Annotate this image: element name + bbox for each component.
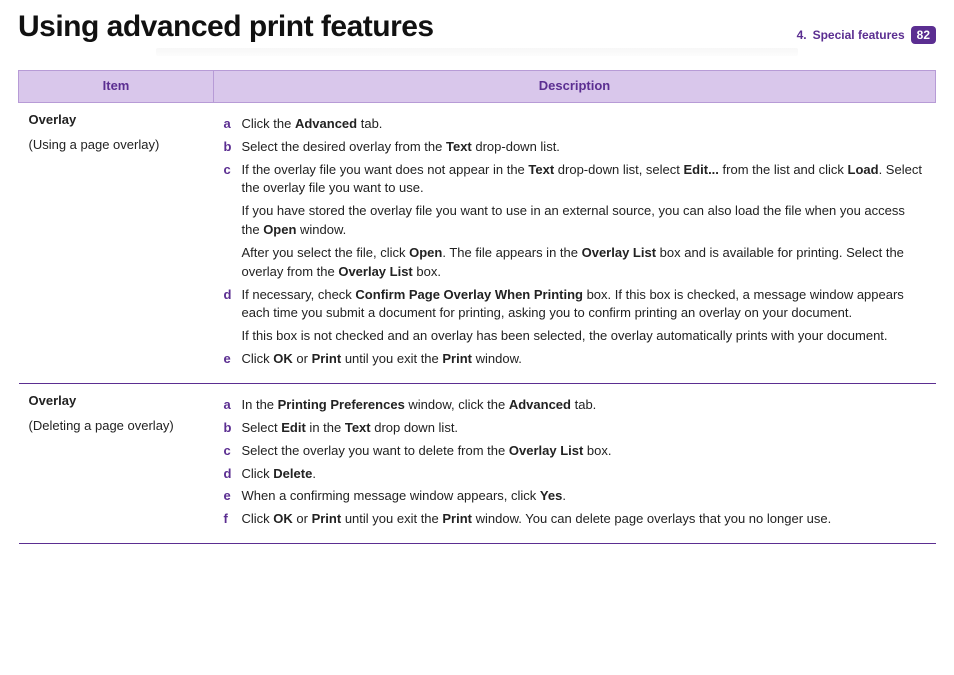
bold-term: Advanced — [295, 116, 357, 131]
page-title: Using advanced print features — [18, 10, 434, 44]
step-continuation: If this box is not checked and an overla… — [242, 327, 926, 346]
bold-term: Confirm Page Overlay When Printing — [355, 287, 583, 302]
bold-term: Text — [528, 162, 554, 177]
bold-term: Delete — [273, 466, 312, 481]
chapter-label: Special features — [813, 28, 905, 42]
step-item: Select the desired overlay from the Text… — [224, 138, 926, 157]
step-item: Click Delete. — [224, 465, 926, 484]
step-item: Select Edit in the Text drop down list. — [224, 419, 926, 438]
bold-term: Open — [263, 222, 296, 237]
step-item: In the Printing Preferences window, clic… — [224, 396, 926, 415]
item-cell: Overlay (Using a page overlay) — [19, 102, 214, 383]
item-cell: Overlay (Deleting a page overlay) — [19, 383, 214, 543]
bold-term: Yes — [540, 488, 562, 503]
bold-term: OK — [273, 351, 293, 366]
bold-term: Print — [442, 351, 472, 366]
item-subtitle: (Deleting a page overlay) — [29, 418, 174, 433]
bold-term: Text — [345, 420, 371, 435]
breadcrumb: 4. Special features 82 — [797, 26, 936, 44]
table-row: Overlay (Using a page overlay) Click the A… — [19, 102, 936, 383]
header-divider — [156, 48, 799, 56]
bold-term: Edit... — [684, 162, 719, 177]
step-continuation: After you select the file, click Open. T… — [242, 244, 926, 282]
column-header-description: Description — [214, 71, 936, 103]
bold-term: Load — [848, 162, 879, 177]
bold-term: Printing Preferences — [278, 397, 405, 412]
item-title: Overlay — [29, 392, 204, 411]
bold-term: Print — [442, 511, 472, 526]
bold-term: Overlay List — [582, 245, 656, 260]
chapter-number: 4. — [797, 28, 807, 42]
bold-term: Print — [312, 351, 342, 366]
item-title: Overlay — [29, 111, 204, 130]
bold-term: OK — [273, 511, 293, 526]
step-item: If the overlay file you want does not ap… — [224, 161, 926, 282]
column-header-item: Item — [19, 71, 214, 103]
table-header-row: Item Description — [19, 71, 936, 103]
page-header: Using advanced print features 4. Special… — [18, 10, 936, 46]
description-cell: In the Printing Preferences window, clic… — [214, 383, 936, 543]
bold-term: Advanced — [509, 397, 571, 412]
bold-term: Print — [312, 511, 342, 526]
step-continuation: If you have stored the overlay file you … — [242, 202, 926, 240]
document-page: Using advanced print features 4. Special… — [0, 0, 954, 675]
item-subtitle: (Using a page overlay) — [29, 137, 160, 152]
step-item: Click the Advanced tab. — [224, 115, 926, 134]
step-item: Select the overlay you want to delete fr… — [224, 442, 926, 461]
table-row: Overlay (Deleting a page overlay) In the P… — [19, 383, 936, 543]
step-list: Click the Advanced tab. Select the desire… — [224, 115, 926, 369]
bold-term: Open — [409, 245, 442, 260]
bold-term: Overlay List — [338, 264, 412, 279]
step-item: If necessary, check Confirm Page Overlay… — [224, 286, 926, 347]
step-item: Click OK or Print until you exit the Pri… — [224, 350, 926, 369]
description-cell: Click the Advanced tab. Select the desire… — [214, 102, 936, 383]
page-number: 82 — [911, 26, 936, 44]
features-table: Item Description Overlay (Using a page ov… — [18, 70, 936, 544]
step-item: Click OK or Print until you exit the Pri… — [224, 510, 926, 529]
step-item: When a confirming message window appears… — [224, 487, 926, 506]
bold-term: Overlay List — [509, 443, 583, 458]
bold-term: Text — [446, 139, 472, 154]
step-list: In the Printing Preferences window, clic… — [224, 396, 926, 529]
bold-term: Edit — [281, 420, 306, 435]
